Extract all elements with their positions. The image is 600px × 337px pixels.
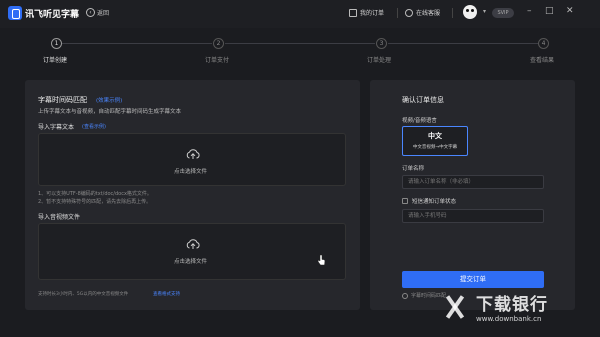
header-divider [452, 8, 453, 18]
order-info-title: 确认订单信息 [402, 96, 444, 104]
maximize-button[interactable]: □ [545, 6, 554, 16]
step-1-label: 订单创建 [43, 57, 68, 64]
note-2: 2、暂不支持特殊符号的匹配，请先去除后再上传。 [38, 199, 152, 205]
cloud-upload-icon [186, 239, 200, 249]
headset-icon [405, 8, 413, 17]
language-label: 视频/音频语言 [402, 118, 437, 124]
user-avatar[interactable] [463, 5, 477, 19]
back-button[interactable]: ‹ 返回 [86, 8, 109, 17]
close-button[interactable]: ✕ [566, 6, 574, 16]
order-steps: 1 2 3 4 订单创建 订单支付 订单处理 查看结果 [0, 36, 600, 66]
app-logo: 讯飞听见字幕 [8, 6, 79, 20]
site-watermark: 下载银行 www.downbank.cn [440, 290, 548, 323]
watermark-url: www.downbank.cn [476, 315, 542, 323]
upload-av-hint: 点击选择文件 [174, 259, 208, 265]
step-2-indicator: 2 [213, 38, 224, 49]
language-description: 中文音视频→中文字幕 [412, 145, 458, 150]
order-name-input[interactable]: 请输入订单名称（非必填） [402, 175, 544, 189]
step-1-indicator: 1 [51, 38, 62, 49]
upload-text-hint: 点击选择文件 [174, 169, 208, 175]
order-name-label: 订单名称 [402, 166, 425, 172]
view-example-link[interactable]: (查看示例) [82, 123, 106, 130]
app-name: 讯飞听见字幕 [25, 9, 80, 20]
phone-input[interactable]: 请输入手机号码 [402, 209, 544, 223]
back-label: 返回 [97, 10, 110, 17]
av-upload-area[interactable]: 点击选择文件 [38, 223, 346, 280]
effect-example-link[interactable]: (效果示例) [96, 96, 122, 104]
online-support-label: 在线客服 [416, 10, 441, 17]
header-divider [397, 8, 398, 18]
title-bar: 讯飞听见字幕 ‹ 返回 我的订单 在线客服 ▾ SVIP – □ ✕ [0, 0, 600, 28]
hand-cursor-icon [317, 254, 326, 266]
my-orders-label: 我的订单 [360, 10, 385, 17]
panel-subtitle: 上传字幕文本与音视频，自动匹配字幕时间码生成字幕文本 [38, 109, 182, 115]
minimize-button[interactable]: – [527, 6, 532, 16]
step-4-label: 查看结果 [530, 57, 555, 64]
chevron-down-icon[interactable]: ▾ [483, 8, 486, 15]
watermark-title: 下载银行 [476, 295, 548, 315]
sms-label: 短信通知订单状态 [412, 199, 457, 205]
step-4-indicator: 4 [538, 38, 549, 49]
step-2-label: 订单支付 [205, 57, 230, 64]
import-text-label: 导入字幕文本 [38, 124, 75, 131]
format-support-link[interactable]: 查看格式支持 [153, 291, 180, 297]
step-3-label: 订单处理 [367, 57, 392, 64]
orders-icon [349, 8, 357, 17]
watermark-logo-icon [440, 292, 470, 322]
upload-panel: 字幕时间码匹配 (效果示例) 上传字幕文本与音视频，自动匹配字幕时间码生成字幕文… [25, 80, 360, 310]
import-av-label: 导入音视频文件 [38, 214, 81, 221]
text-upload-area[interactable]: 点击选择文件 [38, 133, 346, 186]
app-logo-icon [8, 6, 22, 20]
step-connector [62, 43, 212, 44]
vip-badge: SVIP [492, 8, 514, 18]
step-connector [388, 43, 538, 44]
back-arrow-icon: ‹ [86, 8, 95, 17]
panel-title: 字幕时间码匹配 [38, 96, 87, 104]
online-support-button[interactable]: 在线客服 [405, 8, 440, 17]
step-3-indicator: 3 [376, 38, 387, 49]
order-info-panel: 确认订单信息 视频/音频语言 中文 中文音视频→中文字幕 订单名称 请输入订单名… [370, 80, 575, 310]
language-value: 中文 [428, 132, 442, 140]
my-orders-button[interactable]: 我的订单 [349, 8, 384, 17]
sms-checkbox[interactable] [402, 198, 408, 204]
footer-note: 支持时长3小时内、5G以内的中文音视频文件 [38, 292, 129, 297]
language-option-chinese[interactable]: 中文 中文音视频→中文字幕 [402, 126, 468, 156]
submit-order-button[interactable]: 提交订单 [402, 271, 544, 288]
cloud-upload-icon [186, 149, 200, 159]
agreement-radio[interactable] [402, 293, 408, 299]
step-connector [225, 43, 375, 44]
note-1: 1、可以支持UTF-8编码的txt/doc/docx格式文件。 [38, 191, 152, 197]
